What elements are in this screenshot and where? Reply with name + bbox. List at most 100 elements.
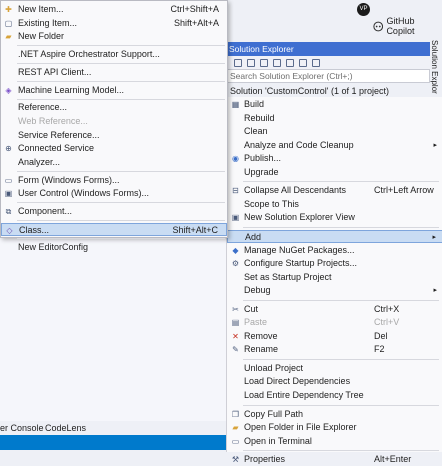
menu-item-label: Publish... [244, 153, 282, 164]
solution-node[interactable]: Solution 'CustomControl' (1 of 1 project… [226, 84, 430, 98]
menu-item-label: Component... [18, 206, 73, 216]
menu-item-shortcut: Ctrl+Shift+A [170, 4, 219, 14]
build-icon: ▦ [231, 100, 240, 109]
sync-icon[interactable] [260, 58, 268, 67]
add-submenu: ✚ New Item... Ctrl+Shift+A ▢ Existing Item..… [0, 0, 228, 252]
menu-item-label: New Solution Explorer View [244, 212, 355, 223]
menu-item-label: Existing Item... [18, 17, 78, 28]
menu-item-label: Load Direct Dependencies [244, 376, 351, 387]
menu-separator [17, 171, 225, 172]
menu-item-shortcut: Alt+Enter [374, 454, 412, 465]
menu-separator [243, 450, 439, 452]
existing-item-icon: ▢ [4, 18, 13, 28]
menu-item-new-editorconfig[interactable]: New EditorConfig [1, 241, 227, 254]
menu-item-class[interactable]: ◇ Class... Shift+Alt+C [1, 222, 227, 236]
menu-item-shortcut: F2 [374, 344, 385, 355]
menu-item-upgrade[interactable]: Upgrade [227, 166, 442, 179]
menu-item-load-direct-dependencies[interactable]: Load Direct Dependencies [227, 375, 442, 388]
gear-icon: ⚙ [231, 259, 240, 269]
menu-item-label: Properties [244, 454, 286, 465]
project-context-menu: ▦ Build Rebuild Clean Analyze and Code Clean… [226, 97, 442, 464]
solution-explorer-toolbar [226, 56, 430, 69]
menu-item-shortcut: Ctrl+V [374, 317, 400, 328]
menu-item-analyze-and-code-cleanup[interactable]: Analyze and Code Cleanup ▸ [227, 139, 442, 152]
menu-item-unload-project[interactable]: Unload Project [227, 362, 442, 375]
menu-item-label: Clean [244, 126, 268, 137]
refresh-icon[interactable] [273, 58, 281, 67]
menu-item-paste[interactable]: ▤ Paste Ctrl+V [227, 316, 442, 329]
folder-open-icon: ▰ [232, 423, 239, 433]
menu-item-form-windows-forms[interactable]: ▭ Form (Windows Forms)... [1, 174, 227, 187]
github-copilot-button[interactable]: GitHub Copilot [373, 16, 442, 36]
component-icon: ⧉ [5, 207, 12, 216]
menu-item-component[interactable]: ⧉ Component... [1, 205, 227, 218]
menu-item-scope-to-this[interactable]: Scope to This [227, 198, 442, 211]
remove-icon: ✕ [232, 331, 239, 341]
menu-item-new-folder[interactable]: ▰ New Folder [1, 30, 227, 43]
menu-separator [243, 226, 439, 228]
menu-item-label: User Control (Windows Forms)... [18, 188, 150, 199]
collapse-all-icon[interactable] [286, 58, 294, 67]
menu-item-net-aspire-orchestrator-support[interactable]: .NET Aspire Orchestrator Support... [1, 48, 227, 61]
menu-item-add[interactable]: Add ▸ [227, 229, 442, 243]
properties-icon[interactable] [312, 58, 320, 67]
menu-item-reference[interactable]: Reference... [1, 101, 227, 114]
menu-item-web-reference[interactable]: Web Reference... [1, 115, 227, 128]
chevron-right-icon: ▸ [433, 141, 437, 149]
menu-item-label: Machine Learning Model... [18, 84, 125, 95]
menu-item-rebuild[interactable]: Rebuild [227, 112, 442, 125]
cut-icon: ✂ [232, 304, 239, 314]
menu-item-label: Analyzer... [18, 156, 61, 167]
show-all-files-icon[interactable] [299, 58, 307, 67]
menu-item-label: Open Folder in File Explorer [244, 422, 357, 433]
menu-item-label: Manage NuGet Packages... [244, 244, 355, 255]
menu-item-existing-item[interactable]: ▢ Existing Item... Shift+Alt+A [1, 17, 227, 30]
menu-item-label: Analyze and Code Cleanup [244, 139, 354, 150]
menu-item-connected-service[interactable]: ⊕ Connected Service [1, 142, 227, 155]
tab-codelens[interactable]: CodeLens [45, 423, 86, 433]
copilot-icon [373, 21, 384, 31]
menu-item-remove[interactable]: ✕ Remove Del [227, 330, 442, 343]
menu-item-open-folder-in-file-explorer[interactable]: ▰ Open Folder in File Explorer [227, 421, 442, 434]
menu-item-properties[interactable]: ⚒ Properties Alt+Enter [227, 453, 442, 466]
menu-item-rename[interactable]: ✎ Rename F2 [227, 343, 442, 356]
menu-item-label: New EditorConfig [18, 241, 89, 252]
menu-item-publish[interactable]: ◉ Publish... [227, 152, 442, 165]
menu-item-machine-learning-model[interactable]: ◈ Machine Learning Model... [1, 84, 227, 97]
menu-separator [243, 404, 439, 406]
user-control-icon: ▣ [4, 189, 13, 199]
solution-explorer-search-input[interactable]: Search Solution Explorer (Ctrl+;) [226, 69, 430, 83]
menu-item-debug[interactable]: Debug ▸ [227, 284, 442, 297]
menu-item-analyzer[interactable]: Analyzer... [1, 156, 227, 169]
switch-views-icon[interactable] [247, 58, 255, 67]
menu-item-rest-api-client[interactable]: REST API Client... [1, 66, 227, 79]
menu-item-collapse-all-descendants[interactable]: ⊟ Collapse All Descendants Ctrl+Left Arrow [227, 184, 442, 197]
menu-item-user-control-windows-forms[interactable]: ▣ User Control (Windows Forms)... [1, 187, 227, 200]
menu-item-new-solution-explorer-view[interactable]: ▣ New Solution Explorer View [227, 211, 442, 224]
menu-item-load-entire-dependency-tree[interactable]: Load Entire Dependency Tree [227, 389, 442, 402]
menu-item-set-as-startup-project[interactable]: Set as Startup Project [227, 271, 442, 284]
nuget-icon: ◆ [232, 245, 239, 255]
menu-item-label: Rebuild [244, 112, 275, 123]
menu-item-label: Remove [244, 330, 278, 341]
tab-console[interactable]: er Console [0, 423, 44, 433]
menu-item-open-in-terminal[interactable]: ▭ Open in Terminal [227, 435, 442, 448]
home-icon[interactable] [234, 58, 242, 67]
menu-item-shortcut: Shift+Alt+A [173, 17, 219, 28]
menu-item-copy-full-path[interactable]: ❐ Copy Full Path [227, 408, 442, 421]
menu-separator [17, 238, 225, 239]
menu-item-clean[interactable]: Clean [227, 125, 442, 138]
menu-item-label: Web Reference... [18, 116, 88, 126]
copy-icon: ❐ [231, 409, 240, 419]
publish-icon: ◉ [232, 154, 239, 164]
menu-item-service-reference[interactable]: Service Reference... [1, 129, 227, 142]
avatar[interactable]: VP [357, 3, 370, 16]
menu-item-manage-nuget-packages[interactable]: ◆ Manage NuGet Packages... [227, 244, 442, 257]
menu-item-build[interactable]: ▦ Build [227, 98, 442, 111]
menu-item-label: Form (Windows Forms)... [18, 174, 120, 185]
menu-item-label: Paste [244, 317, 268, 328]
menu-item-cut[interactable]: ✂ Cut Ctrl+X [227, 303, 442, 316]
side-tab-label: Solution Explor [430, 40, 439, 94]
menu-item-configure-startup-projects[interactable]: ⚙ Configure Startup Projects... [227, 257, 442, 270]
menu-item-new-item[interactable]: ✚ New Item... Ctrl+Shift+A [1, 3, 227, 16]
